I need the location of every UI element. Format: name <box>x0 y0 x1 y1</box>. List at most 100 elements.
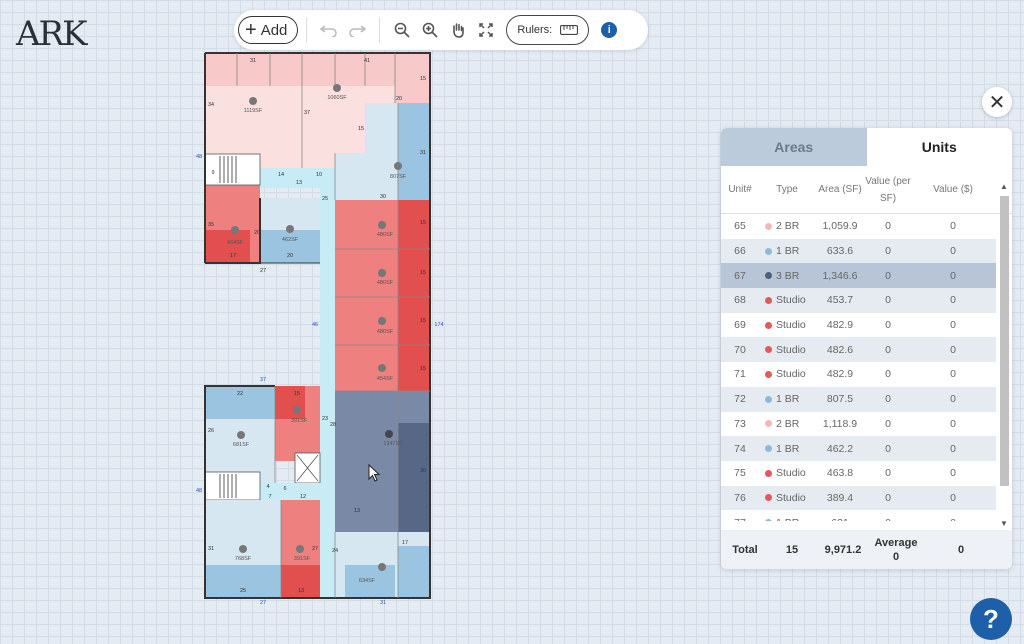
cell-area: 389.4 <box>826 491 854 504</box>
dim-label: 13 <box>298 588 304 594</box>
cell-value[interactable]: 0 <box>911 319 995 331</box>
dim-label: 10 <box>316 172 322 178</box>
redo-icon[interactable] <box>343 16 371 44</box>
floor-plan[interactable]: 1119SF 1060SF 807SF 464SF 462SF 480SF 48… <box>195 48 455 604</box>
table-row[interactable]: 76 Studio 389.4 0 0 <box>721 485 996 511</box>
cell-type: 1 BR <box>759 393 815 405</box>
cell-value-per-sf[interactable]: 0 <box>865 344 911 356</box>
cell-value[interactable]: 0 <box>911 492 995 504</box>
table-row[interactable]: 73 2 BR 1,118.9 0 0 <box>721 412 996 437</box>
dim-label: 48 <box>196 488 202 494</box>
table-row[interactable]: 75 Studio 463.8 0 0 <box>721 461 996 486</box>
unit-type-dot-icon <box>765 469 772 477</box>
unit-area-label: 391SF <box>291 418 308 424</box>
table-row[interactable]: 65 2 BR 1,059.9 0 0 <box>721 214 996 239</box>
cell-value-per-sf[interactable]: 0 <box>865 517 911 521</box>
col-type[interactable]: Type <box>759 184 815 195</box>
unit-area-label: 1119SF <box>244 108 263 114</box>
table-row[interactable]: 771 BR63100 <box>721 510 996 521</box>
unit-area-label: 454SF <box>377 376 394 382</box>
cell-unit: 67 <box>734 269 746 282</box>
cell-value-per-sf[interactable]: 0 <box>865 319 911 331</box>
table-row[interactable]: 69 Studio 482.9 0 0 <box>721 313 996 338</box>
table-footer: Total 15 9,971.2 Average 0 0 <box>721 530 1012 569</box>
footer-value: 0 <box>957 543 965 556</box>
col-unit[interactable]: Unit# <box>721 184 759 195</box>
cell-value[interactable]: 0 <box>911 418 995 430</box>
zoom-in-icon[interactable] <box>416 16 444 44</box>
cell-value[interactable]: 0 <box>911 245 995 257</box>
balcony-3br <box>398 423 430 546</box>
table-row[interactable]: 67 3 BR 1,346.6 0 0 <box>721 263 996 289</box>
zoom-out-icon[interactable] <box>388 16 416 44</box>
col-value[interactable]: Value ($) <box>911 184 995 195</box>
tab-units[interactable]: Units <box>866 128 1012 166</box>
cell-unit: 72 <box>734 393 746 406</box>
cell-value-per-sf[interactable]: 0 <box>865 270 911 282</box>
scrollbar[interactable]: ▲ ▼ <box>998 182 1010 528</box>
hand-pan-icon[interactable] <box>444 16 472 44</box>
col-value-per-sf[interactable]: Value (per SF) <box>865 173 911 207</box>
cell-value[interactable]: 0 <box>911 220 995 232</box>
cell-value[interactable]: 0 <box>911 393 995 405</box>
unit-type-dot-icon <box>765 395 772 403</box>
cell-type-label: Studio <box>776 368 806 381</box>
cell-unit: 71 <box>734 368 746 381</box>
cell-type: Studio <box>759 294 815 306</box>
cell-area: 1,059.9 <box>822 220 858 233</box>
cell-area: 463.8 <box>826 467 854 480</box>
cell-value-per-sf[interactable]: 0 <box>865 294 911 306</box>
cell-unit: 73 <box>734 417 746 430</box>
dim-label: 25 <box>322 196 328 202</box>
help-button[interactable]: ? <box>970 598 1012 640</box>
dim-label: 46 <box>312 322 318 328</box>
plus-icon: + <box>245 19 257 41</box>
dim-label: 24 <box>332 548 338 554</box>
cell-value[interactable]: 0 <box>911 517 995 521</box>
dim-label: 15 <box>420 220 426 226</box>
table-row[interactable]: 72 1 BR 807.5 0 0 <box>721 386 996 412</box>
close-panel-button[interactable]: ✕ <box>982 87 1012 117</box>
cell-value-per-sf[interactable]: 0 <box>865 368 911 380</box>
table-row[interactable]: 71 Studio 482.9 0 0 <box>721 362 996 387</box>
info-icon[interactable]: i <box>601 22 618 38</box>
scroll-up-icon[interactable]: ▲ <box>1000 182 1008 191</box>
table-row[interactable]: 70 Studio 482.6 0 0 <box>721 337 996 363</box>
cell-value[interactable]: 0 <box>911 270 995 282</box>
cell-value[interactable]: 0 <box>911 467 995 479</box>
cell-value[interactable]: 0 <box>911 368 995 380</box>
fit-screen-icon[interactable] <box>472 16 500 44</box>
cell-value-per-sf[interactable]: 0 <box>865 492 911 504</box>
cell-value[interactable]: 0 <box>911 344 995 356</box>
cell-value-per-sf[interactable]: 0 <box>865 220 911 232</box>
cell-value[interactable]: 0 <box>911 443 995 455</box>
cell-value-per-sf[interactable]: 0 <box>865 467 911 479</box>
rulers-toggle[interactable]: Rulers: <box>506 15 590 45</box>
undo-icon[interactable] <box>315 16 343 44</box>
dim-label: 37 <box>304 110 310 116</box>
table-row[interactable]: 74 1 BR 462.2 0 0 <box>721 436 996 461</box>
dim-label: 27 <box>260 600 266 604</box>
scroll-thumb[interactable] <box>1000 196 1009 486</box>
add-button[interactable]: + Add <box>238 16 299 44</box>
close-icon: ✕ <box>988 91 1006 114</box>
dim-label: 174 <box>434 322 443 328</box>
footer-count: 15 <box>785 543 799 556</box>
cell-value-per-sf[interactable]: 0 <box>865 393 911 405</box>
dim-label: 15 <box>420 366 426 372</box>
cell-value-per-sf[interactable]: 0 <box>865 443 911 455</box>
cell-type-label: 3 BR <box>776 269 800 282</box>
cell-type-label: 1 BR <box>776 393 800 406</box>
dim-label: 15 <box>294 391 300 397</box>
cell-value-per-sf[interactable]: 0 <box>865 245 911 257</box>
cell-value[interactable]: 0 <box>911 294 995 306</box>
dim-label: 13 <box>354 508 360 514</box>
cell-area: 482.6 <box>826 343 854 356</box>
unit-type-dot-icon <box>765 247 772 255</box>
tab-areas[interactable]: Areas <box>721 128 867 166</box>
table-row[interactable]: 66 1 BR 633.6 0 0 <box>721 238 996 264</box>
table-row[interactable]: 68 Studio 453.7 0 0 <box>721 288 996 313</box>
col-area[interactable]: Area (SF) <box>815 181 865 198</box>
scroll-down-icon[interactable]: ▼ <box>1000 519 1008 528</box>
cell-value-per-sf[interactable]: 0 <box>865 418 911 430</box>
